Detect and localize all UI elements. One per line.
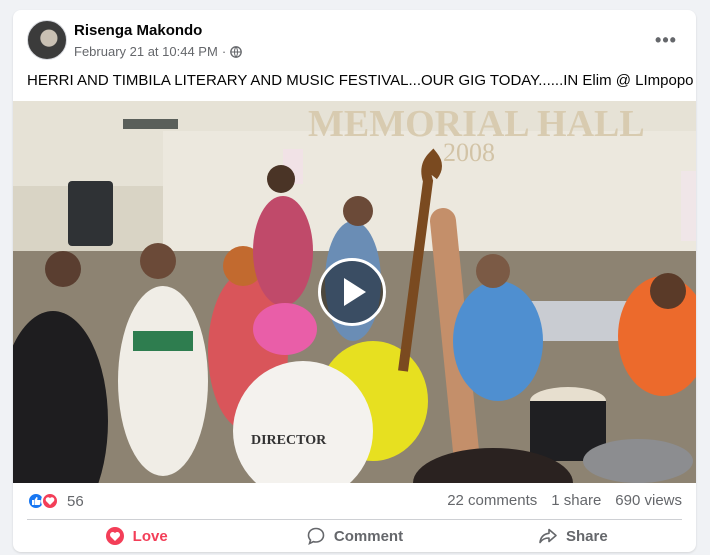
post-counts: 22 comments 1 share 690 views: [447, 492, 682, 509]
video-player[interactable]: MEMORIAL HALL 2008 DIRECTOR: [13, 101, 696, 483]
comments-count[interactable]: 22 comments: [447, 492, 537, 509]
heart-icon: [105, 526, 125, 546]
share-button[interactable]: Share: [464, 520, 682, 552]
action-bar: Love Comment Share: [27, 520, 682, 552]
more-options-icon[interactable]: •••: [650, 24, 682, 56]
comment-label: Comment: [333, 527, 404, 545]
shirt-text: DIRECTOR: [251, 433, 327, 448]
author-avatar[interactable]: [27, 20, 67, 60]
post-meta: February 21 at 10:44 PM ·: [74, 44, 243, 59]
post-text: HERRI AND TIMBILA LITERARY AND MUSIC FES…: [27, 72, 694, 89]
share-label: Share: [565, 527, 608, 545]
comment-icon: [306, 526, 326, 546]
love-label: Love: [132, 527, 168, 545]
hall-sign-year: 2008: [443, 138, 495, 167]
reactions-summary[interactable]: 56: [27, 492, 84, 510]
play-icon[interactable]: [318, 258, 386, 326]
share-icon: [538, 526, 558, 546]
meta-separator: ·: [221, 44, 227, 59]
globe-icon[interactable]: [230, 45, 243, 58]
reaction-count: 56: [67, 492, 84, 510]
love-icon: [41, 492, 59, 510]
love-button[interactable]: Love: [27, 520, 245, 552]
post-card: Risenga Makondo February 21 at 10:44 PM …: [13, 10, 696, 552]
post-header: Risenga Makondo February 21 at 10:44 PM …: [13, 10, 696, 68]
comment-button[interactable]: Comment: [245, 520, 463, 552]
views-count: 690 views: [615, 492, 682, 509]
post-timestamp[interactable]: February 21 at 10:44 PM: [74, 44, 218, 59]
author-name[interactable]: Risenga Makondo: [74, 22, 202, 39]
shares-count[interactable]: 1 share: [551, 492, 601, 509]
engagement-stats: 56 22 comments 1 share 690 views: [13, 483, 696, 519]
